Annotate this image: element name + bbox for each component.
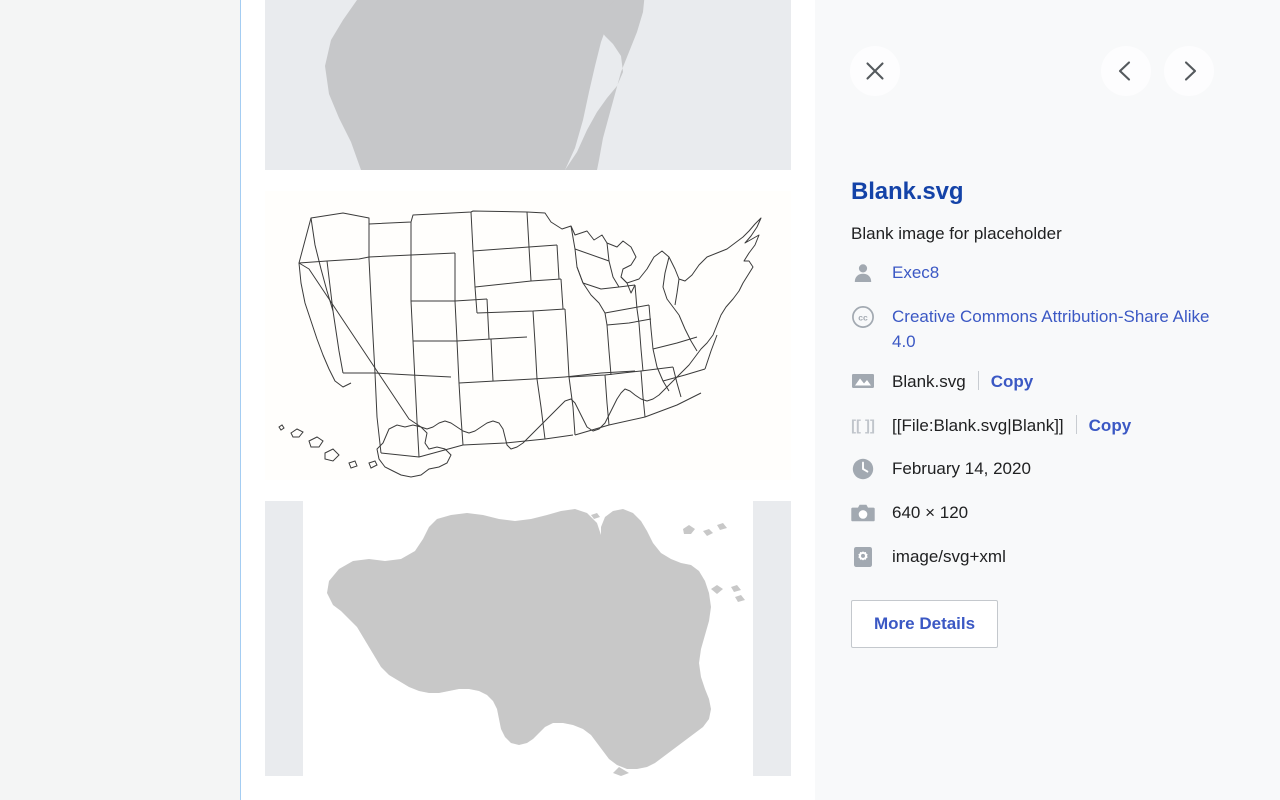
wikitext-icon: [[ ]] <box>851 413 875 437</box>
africa-map-thumbnail[interactable] <box>265 0 791 170</box>
author-link[interactable]: Exec8 <box>892 260 939 285</box>
metadata-value-date: February 14, 2020 <box>892 459 1031 478</box>
gear-icon <box>851 545 875 569</box>
file-metadata-list: Exec8 cc Creative Commons Attribution-Sh… <box>851 260 1251 574</box>
metadata-value-mimetype: image/svg+xml <box>892 547 1006 566</box>
previous-image-button[interactable] <box>1101 46 1151 96</box>
metadata-value-wikitext: [[File:Blank.svg|Blank]] Copy <box>892 412 1131 438</box>
clock-icon <box>851 457 875 481</box>
thumbnail-stack <box>265 0 791 800</box>
chevron-right-icon <box>1184 61 1197 81</box>
copy-filename-button[interactable]: Copy <box>991 369 1034 394</box>
next-image-button[interactable] <box>1164 46 1214 96</box>
file-title-link[interactable]: Blank.svg <box>851 178 1251 206</box>
cc-icon: cc <box>851 305 875 329</box>
metadata-value-filename: Blank.svg Copy <box>892 368 1033 394</box>
copy-wikitext-button[interactable]: Copy <box>1089 413 1132 438</box>
usa-map-thumbnail[interactable] <box>265 191 791 480</box>
metadata-row-dimensions: 640 × 120 <box>851 500 1251 530</box>
metadata-row-filename: Blank.svg Copy <box>851 368 1251 398</box>
metadata-row-wikitext: [[ ]] [[File:Blank.svg|Blank]] Copy <box>851 412 1251 442</box>
user-icon <box>851 261 875 285</box>
metadata-row-license: cc Creative Commons Attribution-Share Al… <box>851 304 1251 354</box>
license-link[interactable]: Creative Commons Attribution-Share Alike… <box>892 304 1222 354</box>
more-details-button[interactable]: More Details <box>851 600 999 648</box>
left-gutter <box>0 0 241 800</box>
australia-map-image <box>327 509 745 776</box>
panel-body: Blank.svg Blank image for placeholder Ex… <box>851 178 1251 648</box>
metadata-row-author: Exec8 <box>851 260 1251 290</box>
panel-controls <box>815 46 1280 96</box>
chevron-left-icon <box>1118 61 1131 81</box>
image-icon <box>851 369 875 393</box>
filename-text: Blank.svg <box>892 372 966 391</box>
camera-icon <box>851 501 875 525</box>
media-viewer: Blank.svg Blank image for placeholder Ex… <box>0 0 1280 800</box>
close-button[interactable] <box>850 46 900 96</box>
svg-text:[[ ]]: [[ ]] <box>851 419 875 435</box>
metadata-value-dimensions: 640 × 120 <box>892 503 969 522</box>
separator <box>1075 415 1077 434</box>
metadata-value-license: Creative Commons Attribution-Share Alike… <box>892 304 1222 354</box>
usa-map-image <box>265 191 791 480</box>
metadata-row-date: February 14, 2020 <box>851 456 1251 486</box>
metadata-value-author: Exec8 <box>892 260 939 285</box>
file-caption: Blank image for placeholder <box>851 224 1062 243</box>
file-detail-panel: Blank.svg Blank image for placeholder Ex… <box>815 0 1280 800</box>
metadata-row-mimetype: image/svg+xml <box>851 544 1251 574</box>
africa-map-image <box>265 0 791 170</box>
svg-text:cc: cc <box>858 313 868 323</box>
wikitext-text: [[File:Blank.svg|Blank]] <box>892 416 1064 435</box>
separator <box>977 371 979 390</box>
australia-map-thumbnail[interactable] <box>265 501 791 776</box>
close-icon <box>866 62 884 80</box>
results-column <box>241 0 815 800</box>
